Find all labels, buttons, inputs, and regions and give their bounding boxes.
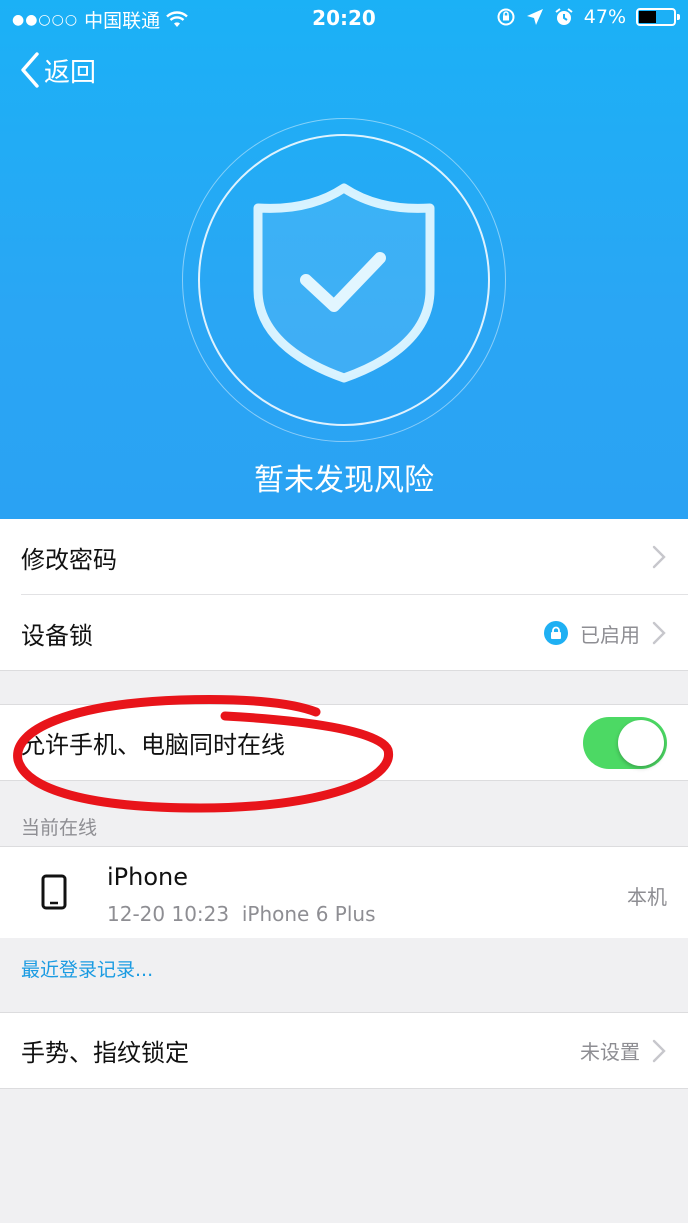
phone-icon xyxy=(41,874,67,910)
section-separator xyxy=(0,1088,688,1089)
security-status-text: 暂未发现风险 xyxy=(254,463,434,498)
chevron-right-icon xyxy=(652,621,666,645)
battery-icon xyxy=(636,8,680,26)
shield-check-icon xyxy=(253,183,435,383)
chevron-right-icon xyxy=(652,1039,666,1062)
recent-login-link[interactable]: 最近登录记录... xyxy=(21,955,153,982)
battery-percent: 47% xyxy=(583,6,626,28)
allow-both-online-label: 允许手机、电脑同时在线 xyxy=(21,731,285,759)
toggle-knob xyxy=(618,719,664,766)
online-device-row[interactable]: iPhone 12-20 10:23 iPhone 6 Plus 本机 xyxy=(0,847,688,938)
device-model: iPhone 6 Plus xyxy=(241,902,376,926)
change-password-label: 修改密码 xyxy=(21,545,117,574)
allow-both-online-row: 允许手机、电脑同时在线 xyxy=(0,705,688,780)
change-password-row[interactable]: 修改密码 xyxy=(0,519,688,595)
gesture-lock-status: 未设置 xyxy=(580,1040,640,1064)
device-name: iPhone xyxy=(107,863,189,891)
location-icon xyxy=(526,9,543,25)
gesture-lock-row[interactable]: 手势、指纹锁定 未设置 xyxy=(0,1013,688,1088)
section-separator xyxy=(0,780,688,781)
back-label: 返回 xyxy=(44,57,97,88)
current-online-header: 当前在线 xyxy=(21,817,98,839)
gesture-lock-label: 手势、指纹锁定 xyxy=(21,1039,189,1067)
back-button[interactable]: 返回 xyxy=(20,50,96,90)
device-meta: 12-20 10:23 iPhone 6 Plus xyxy=(107,902,376,926)
device-login-time: 12-20 10:23 xyxy=(107,902,230,926)
alarm-icon xyxy=(555,8,573,25)
back-chevron-icon xyxy=(21,52,39,88)
status-bar: ●●○○○ 中国联通 20:20 47% xyxy=(0,0,688,36)
security-header: ●●○○○ 中国联通 20:20 47% 返回 暂未发现风险 xyxy=(0,0,688,519)
device-lock-row[interactable]: 设备锁 已启用 xyxy=(0,595,688,671)
lock-icon xyxy=(544,621,568,645)
section-separator xyxy=(0,670,688,671)
allow-both-online-toggle[interactable] xyxy=(583,716,667,769)
device-lock-label: 设备锁 xyxy=(21,621,93,650)
chevron-right-icon xyxy=(652,545,666,569)
device-lock-status: 已启用 xyxy=(580,622,640,647)
current-device-tag: 本机 xyxy=(627,885,667,909)
rotation-lock-icon xyxy=(497,8,515,26)
